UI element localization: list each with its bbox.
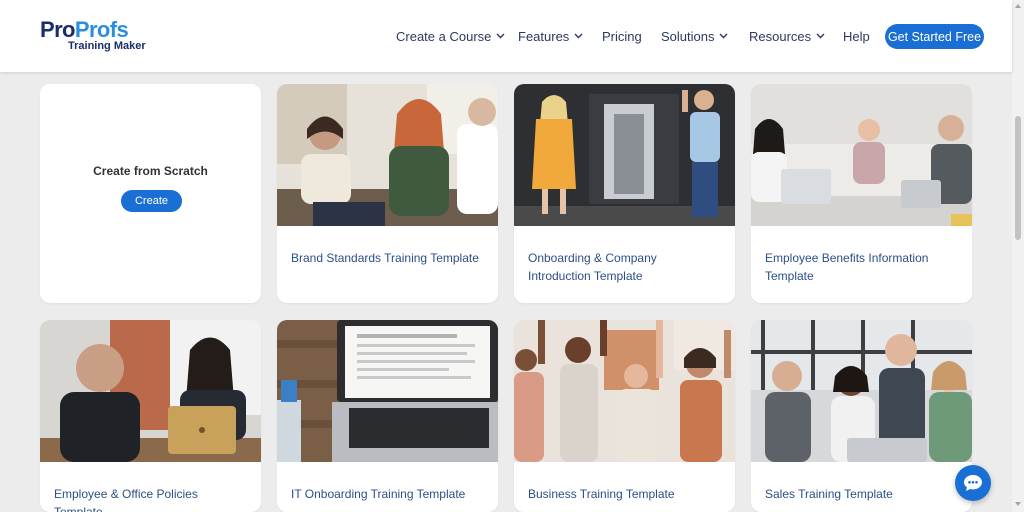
template-title[interactable]: Employee & Office Policies Template — [54, 485, 247, 512]
site-header: ProProfs Training Maker Create a Course … — [0, 0, 1012, 72]
thumbs-up-team-photo[interactable] — [751, 320, 972, 462]
nav-solutions[interactable]: Solutions — [661, 0, 728, 72]
laptop-desk-photo[interactable] — [277, 320, 498, 462]
scrollbar-thumb[interactable] — [1015, 116, 1021, 240]
nav-features[interactable]: Features — [518, 0, 583, 72]
office-welcome-photo[interactable] — [514, 84, 735, 226]
scroll-up-icon[interactable] — [1015, 4, 1021, 8]
template-title[interactable]: Employee Benefits Information Template — [765, 249, 958, 285]
get-started-free-button[interactable]: Get Started Free — [885, 24, 984, 49]
nav-resources[interactable]: Resources — [749, 0, 825, 72]
template-card[interactable]: Onboarding & Company Introduction Templa… — [514, 84, 735, 303]
chevron-down-icon — [719, 33, 728, 39]
celebrating-team-photo[interactable] — [514, 320, 735, 462]
scroll-down-icon[interactable] — [1015, 502, 1021, 506]
create-from-scratch-card: Create from Scratch Create — [40, 84, 261, 303]
chevron-down-icon — [574, 33, 583, 39]
proprofs-logo[interactable]: ProProfs Training Maker — [40, 18, 150, 54]
template-card[interactable]: Employee & Office Policies Template — [40, 320, 261, 512]
logo-subtitle: Training Maker — [68, 40, 146, 52]
chat-icon — [964, 475, 982, 491]
office-meeting-photo[interactable] — [277, 84, 498, 226]
nav-help[interactable]: Help — [843, 0, 870, 72]
template-title[interactable]: Sales Training Template — [765, 485, 958, 503]
chevron-down-icon — [496, 33, 505, 39]
create-from-scratch-label: Create from Scratch — [93, 164, 208, 178]
nav-pricing[interactable]: Pricing — [602, 0, 642, 72]
template-card[interactable]: Business Training Template — [514, 320, 735, 512]
template-card[interactable]: Brand Standards Training Template — [277, 84, 498, 303]
template-title[interactable]: Onboarding & Company Introduction Templa… — [528, 249, 721, 285]
create-button[interactable]: Create — [121, 190, 182, 212]
logo-wordmark: ProProfs — [40, 17, 129, 42]
template-title[interactable]: Brand Standards Training Template — [291, 249, 484, 267]
template-card[interactable]: Employee Benefits Information Template — [751, 84, 972, 303]
chat-button[interactable] — [955, 465, 991, 501]
page-scrollbar[interactable] — [1012, 0, 1024, 512]
nav-create-a-course[interactable]: Create a Course — [396, 0, 505, 72]
template-card[interactable]: Sales Training Template — [751, 320, 972, 512]
conference-room-photo[interactable] — [751, 84, 972, 226]
template-title[interactable]: IT Onboarding Training Template — [291, 485, 484, 503]
template-title[interactable]: Business Training Template — [528, 485, 721, 503]
laptop-meeting-photo[interactable] — [40, 320, 261, 462]
template-card[interactable]: IT Onboarding Training Template — [277, 320, 498, 512]
chevron-down-icon — [816, 33, 825, 39]
